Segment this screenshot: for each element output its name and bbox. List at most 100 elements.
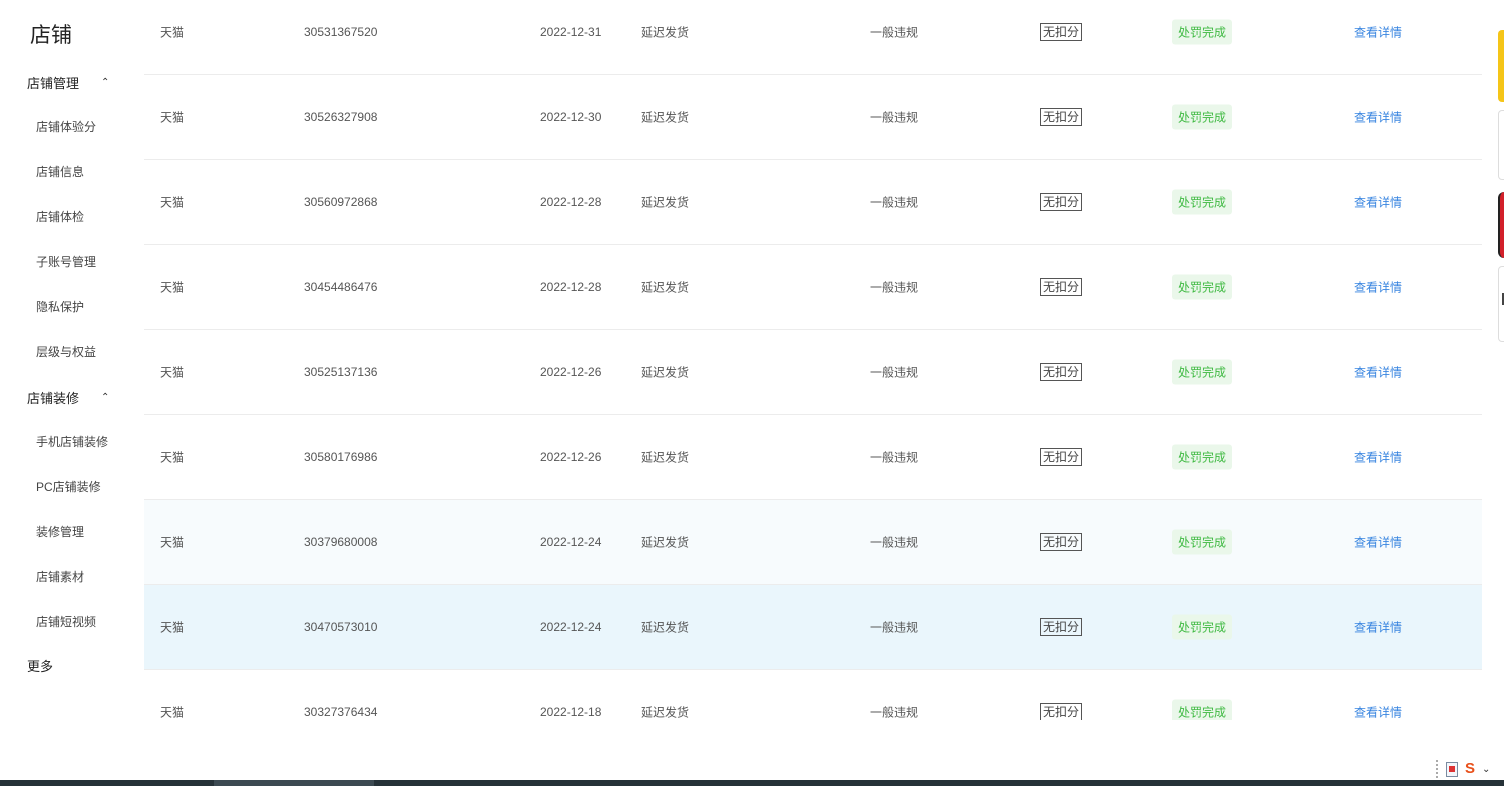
points-badge: 无扣分 [1040,448,1083,466]
cell-id: 30470573010 [304,620,378,634]
cell-date: 2022-12-28 [540,280,602,294]
violations-table: 天猫 30531367520 2022-12-31 延迟发货 一般违规 无扣分 … [144,0,1482,720]
floating-widget-yellow[interactable] [1498,30,1504,102]
sogou-s-icon[interactable]: S [1462,761,1478,777]
sidebar-section-shop-management[interactable]: 店铺管理 ⌃ [27,73,109,92]
points-badge: 无扣分 [1040,108,1083,126]
cell-reason: 延迟发货 [641,25,690,40]
cell-platform: 天猫 [160,365,185,380]
view-details-link[interactable]: 查看详情 [1354,194,1402,211]
cell-platform: 天猫 [160,25,185,40]
grip-icon [1436,760,1442,778]
sidebar-item-decoration-management[interactable]: 装修管理 [36,523,84,540]
taskbar-active-segment[interactable] [214,780,374,786]
status-badge: 处罚完成 [1172,699,1233,720]
cell-date: 2022-12-24 [540,535,602,549]
sidebar-item-privacy[interactable]: 隐私保护 [36,298,84,315]
view-details-link[interactable]: 查看详情 [1354,364,1402,381]
table-row: 天猫 30470573010 2022-12-24 延迟发货 一般违规 无扣分 … [144,585,1482,670]
status-badge: 处罚完成 [1172,444,1233,470]
sidebar-item-shop-checkup[interactable]: 店铺体检 [36,208,84,225]
sidebar-section-label: 店铺装修 [27,391,80,406]
table-row: 天猫 30379680008 2022-12-24 延迟发货 一般违规 无扣分 … [144,500,1482,585]
cell-level: 一般违规 [870,365,919,380]
status-badge: 处罚完成 [1172,104,1233,130]
points-badge: 无扣分 [1040,618,1083,636]
view-details-link[interactable]: 查看详情 [1354,449,1402,466]
chevron-up-icon: ⌃ [101,392,110,403]
taskbar [0,780,1504,786]
view-details-link[interactable]: 查看详情 [1354,24,1402,41]
cell-level: 一般违规 [870,195,919,210]
status-badge: 处罚完成 [1172,19,1233,45]
document-icon[interactable] [1446,761,1458,777]
cell-id: 30379680008 [304,535,378,549]
status-badge: 处罚完成 [1172,359,1233,385]
floating-widget-white-2[interactable] [1498,266,1504,342]
cell-platform: 天猫 [160,705,185,720]
floating-widget-red[interactable] [1498,192,1504,258]
sidebar-more[interactable]: 更多 [27,656,53,675]
cell-date: 2022-12-28 [540,195,602,209]
table-row: 天猫 30526327908 2022-12-30 延迟发货 一般违规 无扣分 … [144,75,1482,160]
table-row: 天猫 30560972868 2022-12-28 延迟发货 一般违规 无扣分 … [144,160,1482,245]
sidebar-section-label: 店铺管理 [27,76,80,91]
sidebar-item-shop-materials[interactable]: 店铺素材 [36,568,84,585]
cell-id: 30580176986 [304,450,378,464]
table-row: 天猫 30580176986 2022-12-26 延迟发货 一般违规 无扣分 … [144,415,1482,500]
cell-level: 一般违规 [870,535,919,550]
points-badge: 无扣分 [1040,533,1083,551]
cell-date: 2022-12-18 [540,705,602,719]
cell-id: 30454486476 [304,280,378,294]
sidebar-title: 店铺 [30,24,72,47]
cell-platform: 天猫 [160,110,185,125]
sidebar-section-shop-decoration[interactable]: 店铺装修 ⌃ [27,388,109,407]
sidebar-item-levels-benefits[interactable]: 层级与权益 [36,343,96,360]
cell-platform: 天猫 [160,280,185,295]
view-details-link[interactable]: 查看详情 [1354,619,1402,636]
sidebar-item-shop-info[interactable]: 店铺信息 [36,163,84,180]
status-badge: 处罚完成 [1172,189,1233,215]
cell-id: 30531367520 [304,25,378,39]
cell-level: 一般违规 [870,705,919,720]
floating-widget-white[interactable] [1498,110,1504,180]
points-badge: 无扣分 [1040,363,1083,381]
cell-reason: 延迟发货 [641,110,690,125]
sidebar-item-shop-videos[interactable]: 店铺短视频 [36,613,96,630]
view-details-link[interactable]: 查看详情 [1354,534,1402,551]
view-details-link[interactable]: 查看详情 [1354,279,1402,296]
cell-platform: 天猫 [160,620,185,635]
cell-id: 30327376434 [304,705,378,719]
cell-level: 一般违规 [870,25,919,40]
table-row: 天猫 30327376434 2022-12-18 延迟发货 一般违规 无扣分 … [144,670,1482,720]
cell-reason: 延迟发货 [641,705,690,720]
points-badge: 无扣分 [1040,278,1083,296]
cell-date: 2022-12-30 [540,110,602,124]
cell-id: 30525137136 [304,365,378,379]
page: 店铺 店铺管理 ⌃ 店铺体验分 店铺信息 店铺体检 子账号管理 隐私保护 层级与… [0,0,1504,786]
system-tray: S ⌄ [1436,758,1490,780]
view-details-link[interactable]: 查看详情 [1354,109,1402,126]
cell-reason: 延迟发货 [641,280,690,295]
table-row: 天猫 30454486476 2022-12-28 延迟发货 一般违规 无扣分 … [144,245,1482,330]
cell-level: 一般违规 [870,280,919,295]
sidebar-item-pc-decoration[interactable]: PC店铺装修 [36,478,101,495]
cell-level: 一般违规 [870,110,919,125]
cell-reason: 延迟发货 [641,450,690,465]
cell-reason: 延迟发货 [641,535,690,550]
table-row: 天猫 30525137136 2022-12-26 延迟发货 一般违规 无扣分 … [144,330,1482,415]
chevron-down-icon[interactable]: ⌄ [1482,764,1490,775]
points-badge: 无扣分 [1040,703,1083,720]
cell-reason: 延迟发货 [641,620,690,635]
cell-date: 2022-12-24 [540,620,602,634]
status-badge: 处罚完成 [1172,274,1233,300]
cell-reason: 延迟发货 [641,195,690,210]
cell-level: 一般违规 [870,620,919,635]
sidebar-item-shop-experience-score[interactable]: 店铺体验分 [36,118,96,135]
cell-level: 一般违规 [870,450,919,465]
sidebar-item-mobile-decoration[interactable]: 手机店铺装修 [36,433,108,450]
sidebar-item-sub-accounts[interactable]: 子账号管理 [36,253,96,270]
view-details-link[interactable]: 查看详情 [1354,704,1402,721]
cell-id: 30560972868 [304,195,378,209]
cell-date: 2022-12-31 [540,25,602,39]
